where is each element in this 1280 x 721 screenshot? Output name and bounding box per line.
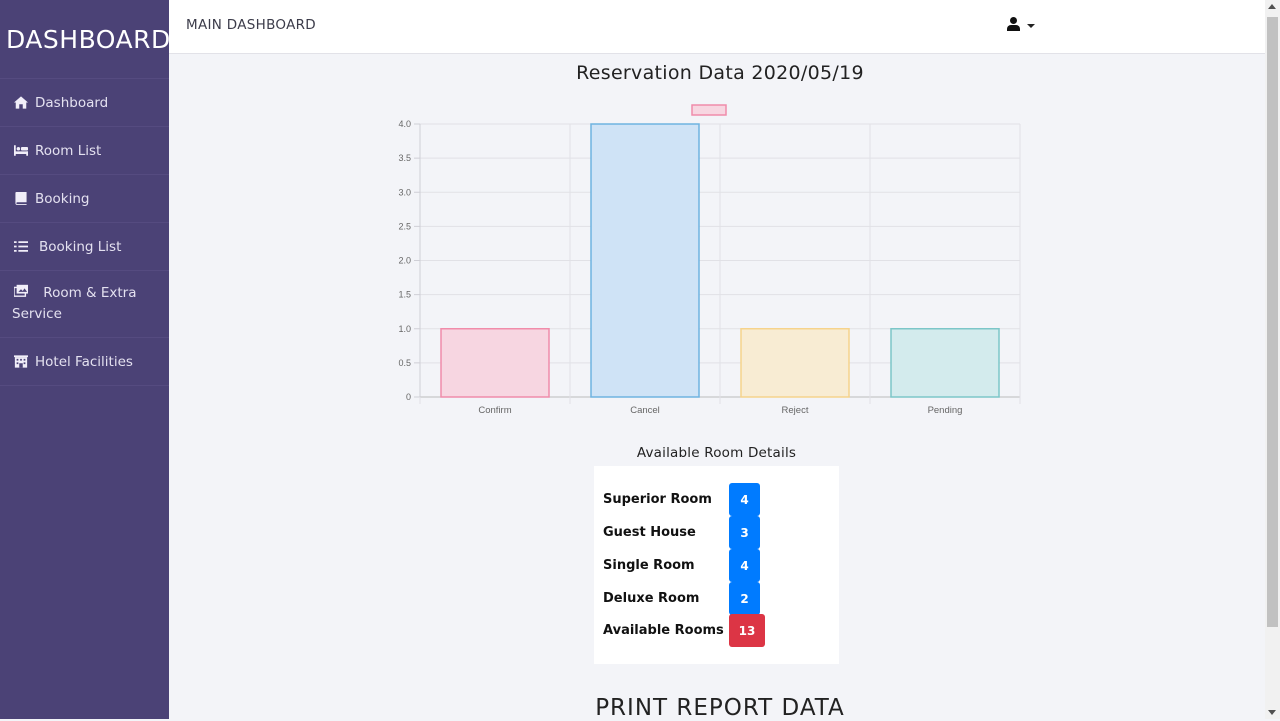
room-row-single: Single Room 4 [603,549,760,582]
bar-confirm [440,328,550,398]
y-tick-label: 4.0 [398,119,411,129]
y-tick-label: 1.0 [398,324,411,334]
y-tick-label: 3.5 [398,153,411,163]
brand-title[interactable]: DASHBOARD [0,0,170,79]
top-navbar: MAIN DASHBOARD [169,0,1265,54]
room-count-badge: 4 [729,549,760,582]
sidebar-item-label: Hotel Facilities [35,353,133,370]
bed-icon [12,144,30,157]
chevron-down-icon [1027,23,1035,28]
bar-reject [740,328,850,398]
bar-pending [890,328,1000,398]
rooms-heading: Available Room Details [636,445,797,461]
x-tick-label: Reject [782,405,809,416]
vertical-scrollbar[interactable] [1265,0,1280,719]
images-icon [12,284,30,297]
chart-title: Reservation Data 2020/05/19 [576,62,864,84]
sidebar-item-booking[interactable]: Booking [0,175,169,223]
home-icon [12,96,30,109]
sidebar-item-room-list[interactable]: Room List [0,127,169,175]
x-tick-label: Confirm [478,405,511,416]
user-icon [1007,16,1020,35]
y-tick-label: 2.5 [398,221,411,231]
legend-swatch [691,104,727,116]
sidebar-item-booking-list[interactable]: Booking List [0,223,169,271]
room-label: Superior Room [603,492,712,507]
user-dropdown-toggle[interactable] [1007,16,1035,35]
print-report-heading: PRINT REPORT DATA [595,695,845,721]
room-count-badge: 2 [729,582,760,615]
room-row-available: Available Rooms 13 [603,614,765,647]
room-label: Single Room [603,558,695,573]
room-label: Guest House [603,525,696,540]
sidebar-item-label-line2: Service [12,306,62,322]
sidebar-item-label: Booking List [39,238,122,255]
y-tick-label: 0.5 [398,358,411,368]
sidebar-item-label: Dashboard [35,94,109,111]
rooms-card: Superior Room 4 Guest House 3 Single Roo… [594,466,839,664]
sidebar-item-label-wrap: Room & Extra Service [12,283,137,325]
room-row-deluxe: Deluxe Room 2 [603,582,760,615]
sidebar-item-dashboard[interactable]: Dashboard [0,79,169,127]
reservation-bar-chart: 0 0.5 1.0 1.5 2.0 2.5 3.0 3.5 4.0 Confirm Cancel Re… [398,104,1021,416]
y-tick-label: 1.5 [398,290,411,300]
sidebar-item-hotel-facilities[interactable]: Hotel Facilities [0,338,169,386]
sidebar: DASHBOARD Dashboard Room List Booking Bo… [0,0,170,719]
sidebar-item-label: Room & Extra [43,285,137,301]
page-title: MAIN DASHBOARD [186,16,316,33]
sidebar-item-room-extra-service[interactable]: Room & Extra Service [0,271,169,338]
y-tick-label: 0 [406,392,411,402]
x-tick-label: Pending [928,405,963,416]
room-label: Deluxe Room [603,591,700,606]
sidebar-item-label: Room List [35,142,102,159]
sidebar-item-label: Booking [35,190,90,207]
scrollbar-thumb[interactable] [1267,17,1278,627]
scroll-up-icon[interactable] [1268,4,1276,9]
book-icon [12,192,30,205]
y-tick-label: 3.0 [398,187,411,197]
scroll-down-icon[interactable] [1268,710,1276,715]
available-rooms-badge: 13 [729,614,765,647]
room-row-superior: Superior Room 4 [603,483,760,516]
room-label: Available Rooms [603,623,724,638]
x-tick-label: Cancel [630,405,660,416]
building-icon [12,355,30,368]
bar-cancel [590,123,700,398]
room-count-badge: 3 [729,516,760,549]
y-tick-label: 2.0 [398,256,411,266]
room-row-guest-house: Guest House 3 [603,516,760,549]
room-count-badge: 4 [729,483,760,516]
list-icon [12,240,30,253]
